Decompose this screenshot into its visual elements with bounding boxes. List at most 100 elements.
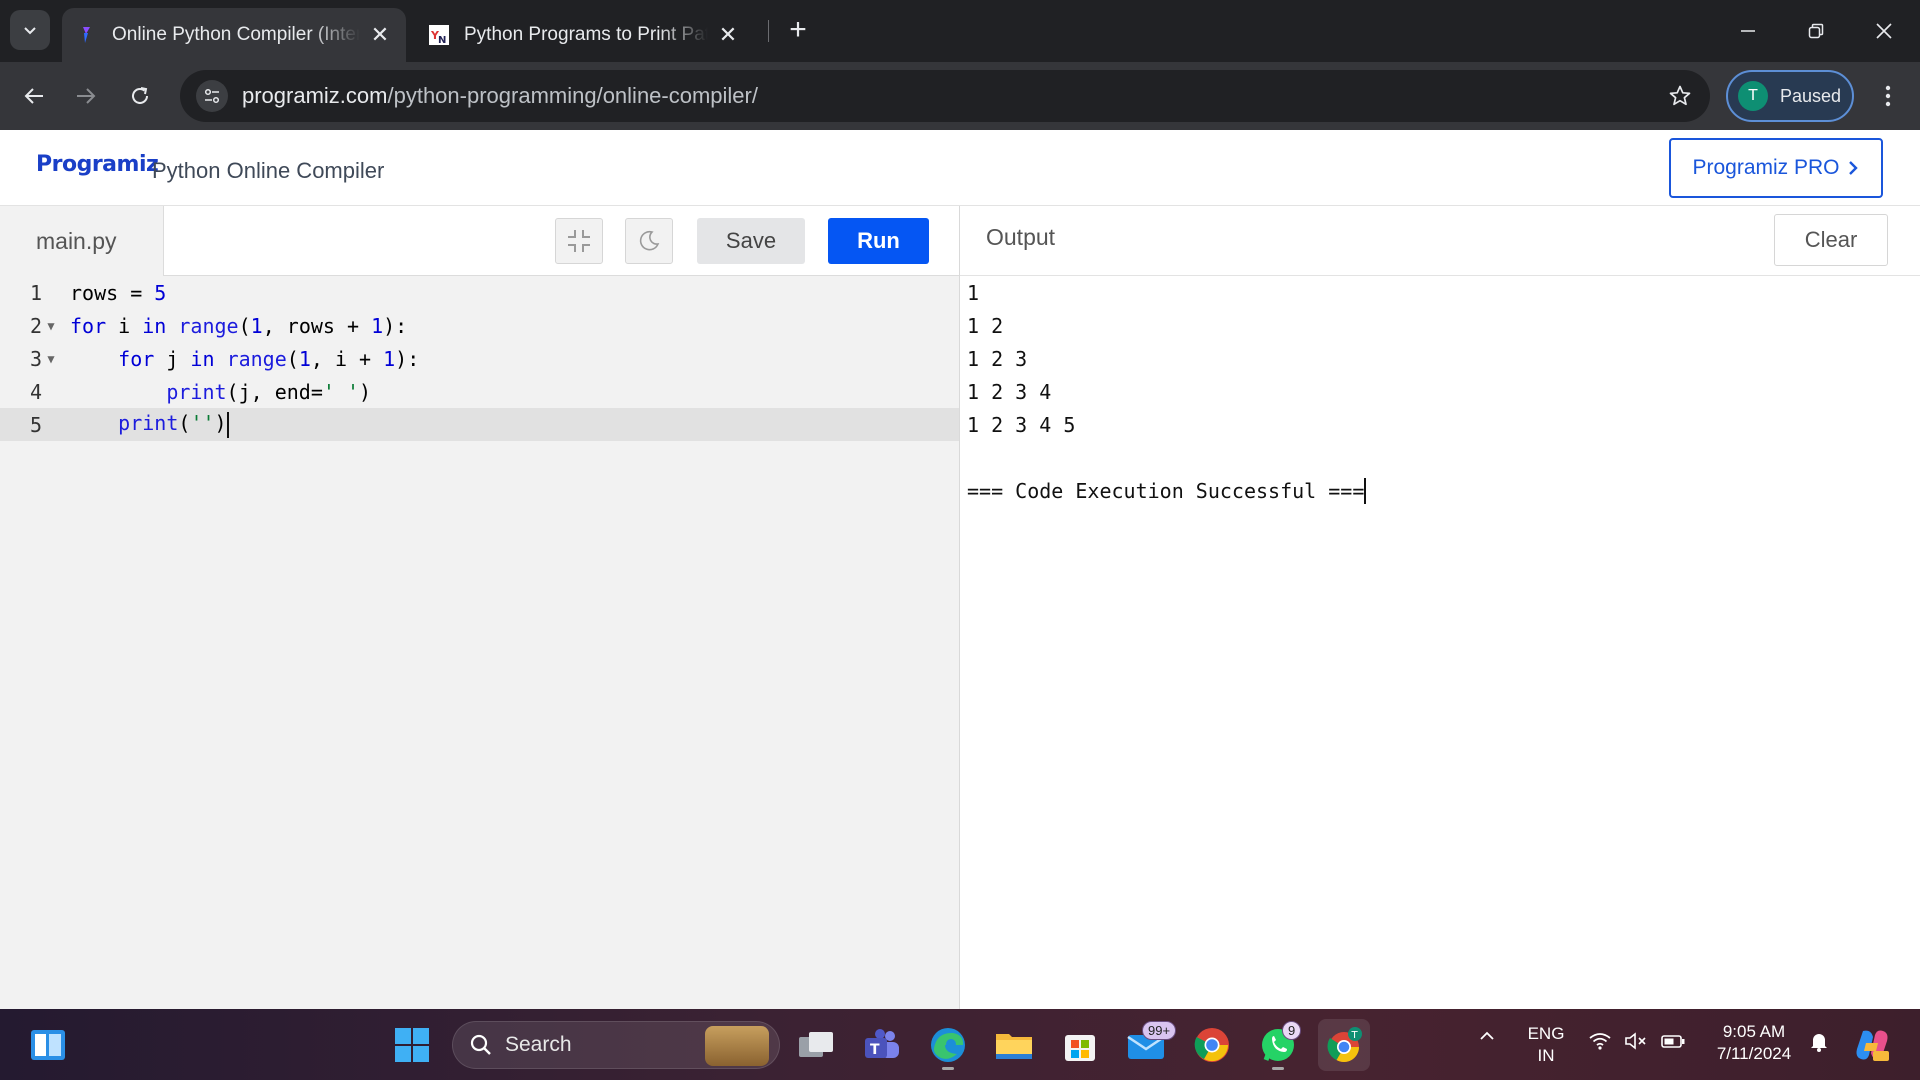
profile-status: Paused [1780,85,1842,106]
whatsapp-app[interactable]: 9 [1252,1019,1304,1071]
code-line[interactable]: 2 ▼ for i in range(1, rows + 1): [0,309,959,342]
close-icon[interactable]: ✕ [716,22,740,47]
fullscreen-toggle-button[interactable] [555,218,603,264]
volume-muted-icon[interactable] [1624,1031,1648,1057]
start-button[interactable] [386,1019,438,1071]
pro-button-label: Programiz PRO [1692,156,1840,179]
fold-arrow-icon[interactable]: ▼ [44,352,58,366]
arrow-left-icon [24,88,43,104]
code-line[interactable]: 3 ▼ for j in range(1, i + 1): [0,342,959,375]
reload-icon [132,87,148,104]
tab-separator [768,20,769,42]
battery-icon[interactable] [1660,1031,1686,1057]
bookmark-star-icon[interactable] [1666,82,1694,110]
output-panel[interactable]: 1 1 2 1 2 3 1 2 3 4 1 2 3 4 5 === Code E… [960,276,1920,1009]
code-text: print('') [58,411,229,438]
search-placeholder: Search [505,1033,572,1056]
browser-tab-patterns[interactable]: YN Python Programs to Print Pattern ✕ [414,8,754,62]
url-path: /python-programming/online-compiler/ [387,83,758,108]
edge-icon [931,1028,965,1062]
language-indicator[interactable]: ENG IN [1524,1023,1568,1067]
code-editor[interactable]: 1 rows = 5 2 ▼ for i in range(1, rows + … [0,276,959,1009]
code-token: print [166,379,227,404]
whatsapp-badge: 9 [1282,1021,1302,1040]
site-info-icon[interactable] [196,80,228,112]
close-window-button[interactable] [1850,0,1918,62]
browser-tab-bar: Online Python Compiler (Interpreter) ✕ Y… [0,0,1920,62]
restore-button[interactable] [1782,0,1850,62]
notification-bell-icon[interactable] [1808,1031,1830,1059]
programiz-logo[interactable]: Programiz [36,152,159,177]
new-tab-button[interactable]: + [780,12,816,48]
code-token: ' ' [322,379,359,404]
chevron-down-icon [24,27,36,35]
search-icon [470,1034,491,1055]
site-header: Programiz Python Online Compiler Program… [0,130,1920,206]
microsoft-store-app[interactable] [1054,1019,1106,1071]
back-button[interactable] [12,74,56,118]
wifi-icon[interactable] [1588,1031,1612,1057]
mail-badge: 99+ [1142,1021,1177,1040]
task-view-button[interactable] [790,1019,842,1071]
address-bar[interactable]: programiz.com/python-programming/online-… [180,70,1710,122]
file-tab-main[interactable]: main.py [0,206,164,276]
chrome-icon: T [1327,1027,1362,1063]
code-text: rows = 5 [58,281,166,305]
tab-search-button[interactable] [10,10,50,50]
code-token: '' [190,411,215,436]
line-number: 1 [29,280,42,305]
task-view-icon [799,1032,833,1057]
teams-app[interactable]: T [856,1019,908,1071]
output-line-status: === Code Execution Successful === [967,474,1367,507]
output-line: 1 2 3 4 [967,379,1052,404]
output-line: 1 [967,280,980,305]
browser-menu-button[interactable] [1868,76,1908,116]
minimize-button[interactable] [1714,0,1782,62]
browser-toolbar: programiz.com/python-programming/online-… [0,62,1920,130]
collapse-icon [568,230,590,252]
more-vertical-icon [1885,85,1891,107]
close-icon[interactable]: ✕ [368,22,392,47]
store-icon [1065,1035,1095,1061]
widgets-button[interactable] [22,1019,74,1071]
code-line[interactable]: 4 print(j, end=' ') [0,375,959,408]
save-button[interactable]: Save [697,218,805,264]
programiz-pro-button[interactable]: Programiz PRO [1669,138,1883,198]
chrome-profile-app[interactable]: T [1318,1019,1370,1071]
text-cursor [1364,477,1367,504]
code-text: for j in range(1, i + 1): [118,346,420,371]
chrome-icon [1194,1028,1229,1062]
clock[interactable]: 9:05 AM 7/11/2024 [1704,1021,1804,1065]
reload-button[interactable] [118,74,162,118]
mail-app[interactable]: 99+ [1120,1019,1177,1071]
taskbar-search[interactable]: Search [452,1021,780,1069]
code-token: for [118,346,155,371]
code-token: in [190,346,215,371]
line-number: 5 [29,412,42,437]
browser-tab-programiz[interactable]: Online Python Compiler (Interpreter) ✕ [62,8,406,62]
code-token: for [70,313,107,338]
forward-button[interactable] [64,74,108,118]
clear-button[interactable]: Clear [1774,214,1888,266]
search-highlight-image [705,1026,769,1066]
edge-app[interactable] [922,1019,974,1071]
profile-button[interactable]: T Paused [1726,70,1854,122]
theme-toggle-button[interactable] [625,218,673,264]
fold-arrow-icon[interactable]: ▼ [44,319,58,333]
close-icon [1876,23,1892,39]
copilot-button[interactable] [1846,1019,1898,1071]
run-button[interactable]: Run [828,218,929,264]
moon-icon [639,230,660,251]
text-cursor [226,411,229,438]
output-line: 1 2 3 4 5 [967,412,1076,437]
code-line-active[interactable]: 5 print('') [0,408,959,441]
file-explorer-app[interactable] [988,1019,1040,1071]
chevron-right-icon [1848,161,1858,175]
code-token: in [142,313,167,338]
windows-taskbar: Search T 99+ 9 T ENG IN 9:05 AM 7/11/202… [0,1009,1920,1080]
widgets-icon [31,1030,65,1060]
avatar: T [1738,81,1768,111]
code-line[interactable]: 1 rows = 5 [0,276,959,309]
show-hidden-icons-button[interactable] [1478,1027,1496,1051]
chrome-app[interactable] [1186,1019,1238,1071]
